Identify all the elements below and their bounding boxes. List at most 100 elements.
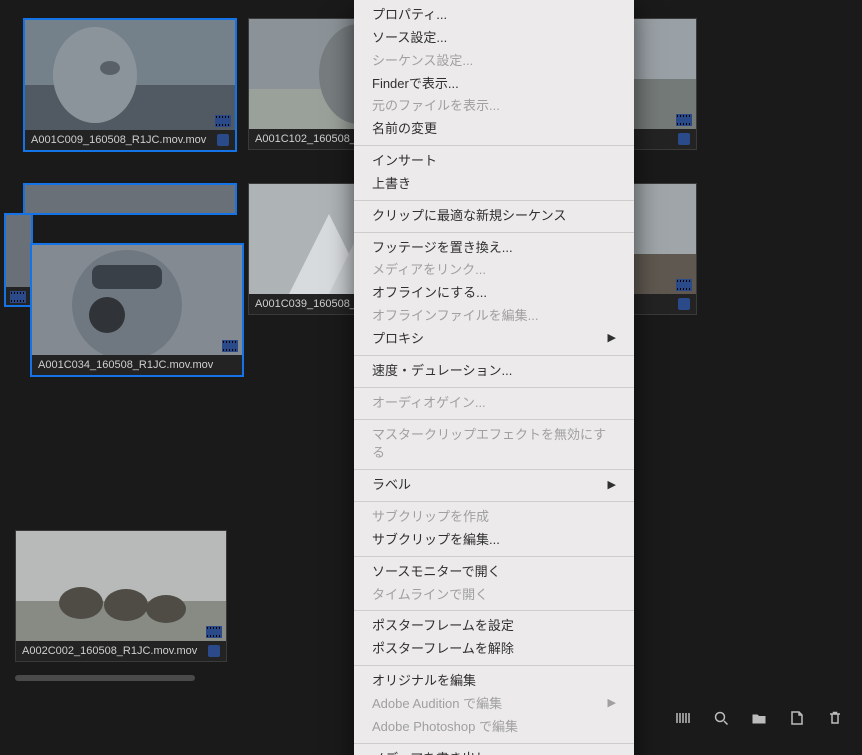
menu-separator bbox=[354, 419, 634, 420]
menu-label: オフラインファイルを編集... bbox=[372, 307, 538, 326]
menu-disable-master-effect: マスタークリップエフェクトを無効にする bbox=[354, 424, 634, 466]
menu-reveal-finder[interactable]: Finderで表示... bbox=[354, 73, 634, 96]
menu-proxy[interactable]: プロキシ ▶ bbox=[354, 328, 634, 351]
clip-label-row: A001C009_160508_R1JC.mov.mov bbox=[25, 130, 235, 150]
menu-label-text: ラベル bbox=[372, 476, 411, 495]
menu-edit-subclip[interactable]: サブクリップを編集... bbox=[354, 529, 634, 552]
menu-label: Adobe Photoshop で編集 bbox=[372, 718, 518, 737]
menu-set-poster-frame[interactable]: ポスターフレームを設定 bbox=[354, 615, 634, 638]
menu-label: メディアを書き出し... bbox=[372, 750, 499, 755]
clip-label-row: A002C002_160508_R1JC.mov.mov bbox=[16, 641, 226, 661]
media-type-icon bbox=[678, 298, 690, 310]
menu-separator bbox=[354, 200, 634, 201]
list-view-icon[interactable] bbox=[674, 709, 692, 727]
menu-separator bbox=[354, 556, 634, 557]
clip-item[interactable]: A002C002_160508_R1JC.mov.mov bbox=[15, 530, 227, 662]
menu-replace-footage[interactable]: フッテージを置き換え... bbox=[354, 237, 634, 260]
horizontal-scrollbar[interactable] bbox=[15, 675, 195, 681]
menu-label: Finderで表示... bbox=[372, 75, 459, 94]
menu-edit-offline-files: オフラインファイルを編集... bbox=[354, 305, 634, 328]
menu-separator bbox=[354, 665, 634, 666]
menu-overwrite[interactable]: 上書き bbox=[354, 173, 634, 196]
menu-make-subclip: サブクリップを作成 bbox=[354, 506, 634, 529]
video-badge-icon bbox=[215, 115, 231, 127]
menu-separator bbox=[354, 232, 634, 233]
menu-clear-poster-frame[interactable]: ポスターフレームを解除 bbox=[354, 638, 634, 661]
clip-filename: A001C009_160508_R1JC.mov.mov bbox=[31, 134, 217, 146]
menu-separator bbox=[354, 355, 634, 356]
video-badge-icon bbox=[10, 291, 26, 303]
menu-open-source-monitor[interactable]: ソースモニターで開く bbox=[354, 561, 634, 584]
menu-insert[interactable]: インサート bbox=[354, 150, 634, 173]
clip-thumbnail bbox=[25, 185, 235, 213]
clip-label-row bbox=[626, 129, 696, 149]
submenu-arrow-icon: ▶ bbox=[608, 696, 616, 712]
menu-new-sequence-from-clip[interactable]: クリップに最適な新規シーケンス bbox=[354, 205, 634, 228]
menu-label: ポスターフレームを解除 bbox=[372, 640, 514, 659]
menu-label: サブクリップを作成 bbox=[372, 508, 489, 527]
menu-edit-audition: Adobe Audition で編集 ▶ bbox=[354, 693, 634, 716]
menu-audio-gain: オーディオゲイン... bbox=[354, 392, 634, 415]
menu-label: マスタークリップエフェクトを無効にする bbox=[372, 426, 616, 464]
clip-thumbnail bbox=[16, 531, 226, 641]
submenu-arrow-icon: ▶ bbox=[608, 331, 616, 347]
menu-label: サブクリップを編集... bbox=[372, 531, 500, 550]
menu-properties[interactable]: プロパティ... bbox=[354, 4, 634, 27]
menu-label: 上書き bbox=[372, 175, 411, 194]
menu-label: 速度・デュレーション... bbox=[372, 362, 512, 381]
menu-separator bbox=[354, 610, 634, 611]
search-icon[interactable] bbox=[712, 709, 730, 727]
menu-export-media[interactable]: メディアを書き出し... bbox=[354, 748, 634, 755]
clip-thumbnail bbox=[6, 215, 31, 287]
menu-edit-photoshop: Adobe Photoshop で編集 bbox=[354, 716, 634, 739]
project-panel: A001C009_160508_R1JC.mov.mov A001C102_16… bbox=[0, 0, 862, 755]
menu-label: メディアをリンク... bbox=[372, 261, 486, 280]
clip-thumbnail bbox=[626, 19, 696, 129]
clip-thumbnail bbox=[626, 184, 696, 294]
menu-label: ソースモニターで開く bbox=[372, 563, 501, 582]
menu-sequence-settings: シーケンス設定... bbox=[354, 50, 634, 73]
menu-label: シーケンス設定... bbox=[372, 52, 473, 71]
menu-separator bbox=[354, 743, 634, 744]
menu-rename[interactable]: 名前の変更 bbox=[354, 118, 634, 141]
clip-filename: A001C034_160508_R1JC.mov.mov bbox=[38, 359, 236, 371]
menu-reveal-original: 元のファイルを表示... bbox=[354, 95, 634, 118]
menu-label: プロキシ bbox=[372, 330, 424, 349]
clip-label-row: A001C034_160508_R1JC.mov.mov bbox=[32, 355, 242, 375]
menu-label: 元のファイルを表示... bbox=[372, 97, 500, 116]
panel-footer-toolbar bbox=[674, 709, 844, 727]
menu-label[interactable]: ラベル ▶ bbox=[354, 474, 634, 497]
menu-label: プロパティ... bbox=[372, 6, 447, 25]
menu-link-media: メディアをリンク... bbox=[354, 259, 634, 282]
menu-separator bbox=[354, 501, 634, 502]
menu-separator bbox=[354, 145, 634, 146]
menu-label: オフラインにする... bbox=[372, 284, 487, 303]
menu-open-timeline: タイムラインで開く bbox=[354, 584, 634, 607]
clip-item-ghost bbox=[4, 213, 33, 307]
clip-item[interactable] bbox=[625, 183, 697, 315]
context-menu: プロパティ... ソース設定... シーケンス設定... Finderで表示..… bbox=[354, 0, 634, 755]
clip-item[interactable]: A001C034_160508_R1JC.mov.mov bbox=[30, 243, 244, 377]
menu-speed-duration[interactable]: 速度・デュレーション... bbox=[354, 360, 634, 383]
media-type-icon bbox=[208, 645, 220, 657]
clip-item-ghost bbox=[23, 183, 237, 215]
menu-label: フッテージを置き換え... bbox=[372, 239, 513, 258]
clip-item[interactable] bbox=[625, 18, 697, 150]
new-item-icon[interactable] bbox=[788, 709, 806, 727]
video-badge-icon bbox=[222, 340, 238, 352]
menu-label: Adobe Audition で編集 bbox=[372, 695, 502, 714]
new-bin-icon[interactable] bbox=[750, 709, 768, 727]
media-type-icon bbox=[217, 134, 229, 146]
menu-label: オリジナルを編集 bbox=[372, 672, 476, 691]
submenu-arrow-icon: ▶ bbox=[608, 478, 616, 494]
menu-separator bbox=[354, 387, 634, 388]
menu-make-offline[interactable]: オフラインにする... bbox=[354, 282, 634, 305]
menu-edit-original[interactable]: オリジナルを編集 bbox=[354, 670, 634, 693]
menu-source-settings[interactable]: ソース設定... bbox=[354, 27, 634, 50]
media-type-icon bbox=[678, 133, 690, 145]
menu-label: ポスターフレームを設定 bbox=[372, 617, 514, 636]
menu-label: クリップに最適な新規シーケンス bbox=[372, 207, 566, 226]
trash-icon[interactable] bbox=[826, 709, 844, 727]
clip-item[interactable]: A001C009_160508_R1JC.mov.mov bbox=[23, 18, 237, 152]
video-badge-icon bbox=[676, 279, 692, 291]
